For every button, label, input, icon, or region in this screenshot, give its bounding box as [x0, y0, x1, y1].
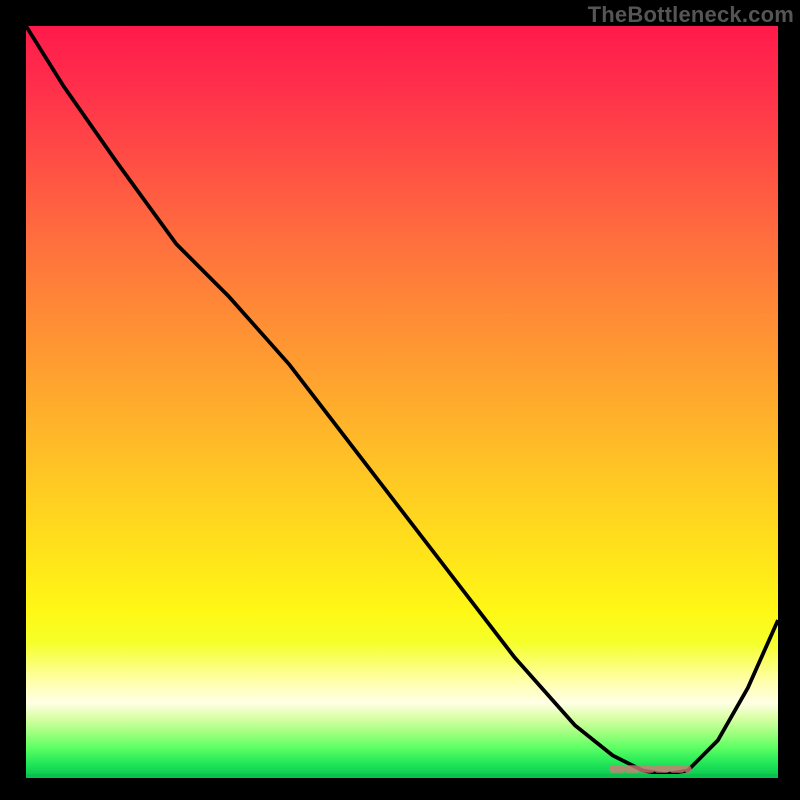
bottom-green-strip	[26, 774, 778, 778]
watermark-text: TheBottleneck.com	[588, 2, 794, 28]
chart-plot-area	[26, 26, 778, 778]
bottleneck-curve	[26, 26, 778, 774]
chart-svg	[26, 26, 778, 778]
